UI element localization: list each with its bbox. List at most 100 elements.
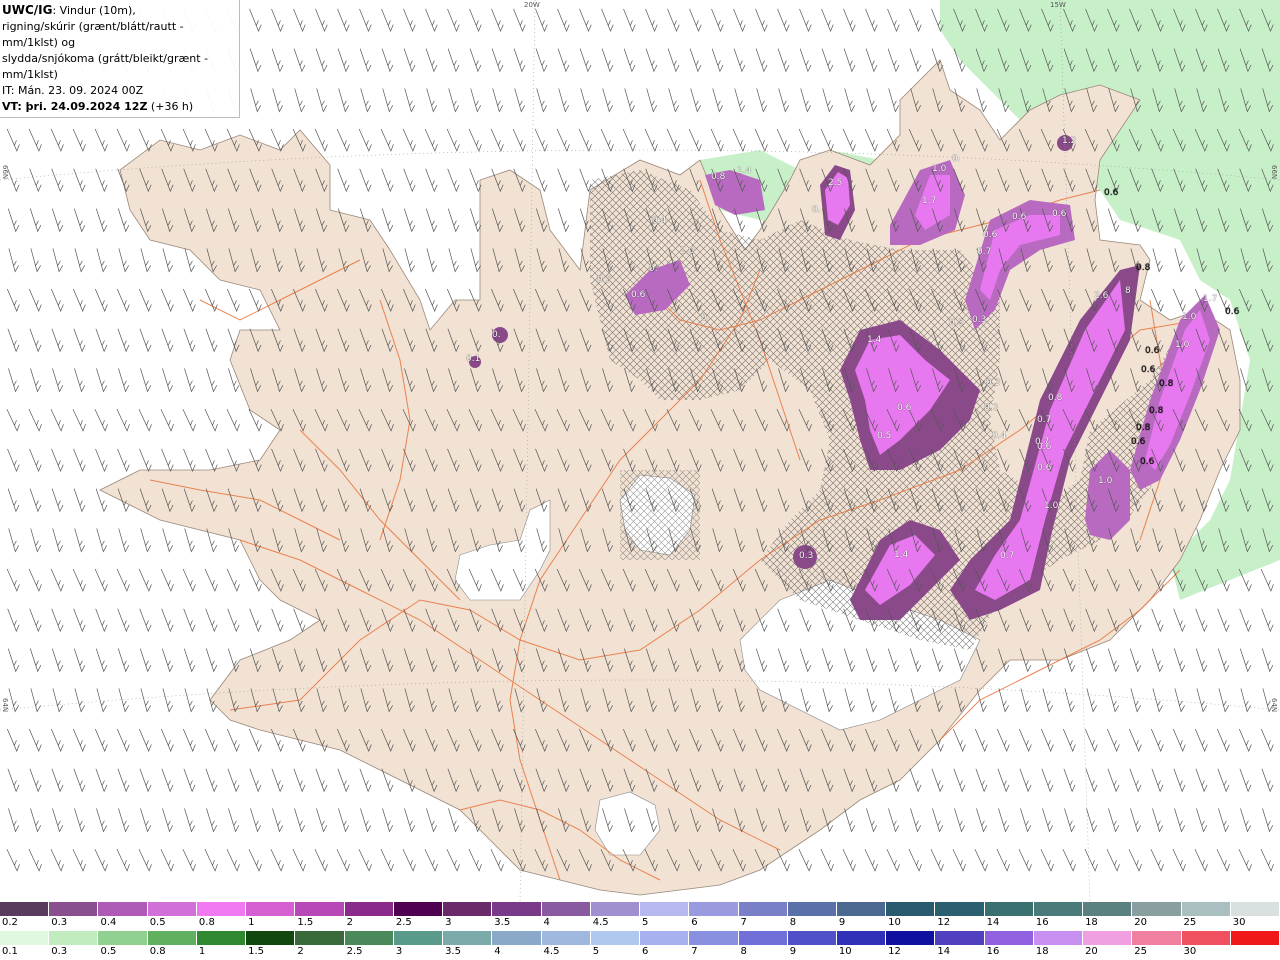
precip-value-label: 0.4 (992, 431, 1007, 441)
precip-value-label: 0.6 (1037, 442, 1052, 452)
scale-tick-label: 2.5 (346, 946, 363, 957)
scale-tick-label: 0.2 (2, 917, 18, 928)
precip-value-label: 0.4 (652, 216, 667, 226)
scale-swatch (295, 931, 345, 945)
scale-swatch (196, 931, 247, 945)
scale-swatch (590, 902, 641, 916)
rain-color-scale (0, 931, 1280, 945)
precip-value-label: 1.4 (867, 335, 882, 345)
precip-value-label: 0.8 (1149, 406, 1164, 416)
scale-tick-label: 3 (445, 917, 452, 928)
precip-value-label: 0.8 (1136, 423, 1151, 433)
scale-tick-label: 1 (198, 946, 206, 957)
scale-tick-label: 25 (1183, 917, 1197, 928)
scale-swatch (640, 931, 690, 945)
scale-tick-label: 0.8 (149, 946, 166, 957)
scale-tick-label: 1.5 (297, 917, 314, 928)
precip-value-label: 0.6 (983, 230, 998, 240)
scale-swatch (886, 931, 936, 945)
scale-tick-label: 20 (1085, 946, 1098, 957)
scale-swatch (640, 902, 690, 916)
scale-tick-label: 12 (888, 946, 901, 957)
precip-value-label: 0.8 (1159, 379, 1174, 389)
precip-value-label: 1.0 (1182, 312, 1197, 322)
init-time: IT: Mán. 23. 09. 2024 00Z (2, 84, 144, 97)
precip-value-label: 0.6 (1037, 463, 1052, 473)
scale-swatch (147, 931, 197, 945)
scale-swatch (344, 902, 394, 916)
scale-swatch (1181, 931, 1231, 945)
lon-label-15w: 15W (1050, 1, 1066, 9)
scale-swatch (443, 931, 493, 945)
scale-swatch (1230, 931, 1280, 945)
model-name: UWC/IG (2, 3, 53, 17)
scale-swatch (0, 902, 50, 916)
precip-value-label: 0.6 (631, 290, 646, 300)
scale-swatch (295, 902, 345, 916)
scale-swatch (492, 902, 542, 916)
precip-value-label: 0. (701, 313, 710, 323)
precip-value-label: 0.6 (1052, 209, 1067, 219)
scale-swatch (196, 902, 247, 916)
scale-swatch (886, 902, 936, 916)
scale-swatch (738, 902, 788, 916)
scale-swatch (0, 931, 50, 945)
legend-color-scales: 0.2 0.3 0.4 0.5 0.8 1 1.5 2 2.5 3 3.5 4 4.5 5 6 7 8 9 10 12… (0, 902, 1280, 960)
precip-value-label: 0.7 (1000, 551, 1015, 561)
scale-swatch (147, 902, 197, 916)
scale-tick-label: 2 (297, 946, 304, 957)
scale-tick-label: 4 (494, 946, 501, 957)
scale-swatch (1083, 902, 1133, 916)
precip-value-label: 0.6 (1104, 188, 1119, 198)
scale-swatch (49, 902, 99, 916)
scale-tick-label: 3.5 (494, 917, 511, 928)
forecast-map-view: 0.8 1.4 2.5 0. 1.0 1.7 0. 1.2 0.6 0.6 0.6 0.6 0.7 0.3… (0, 0, 1280, 960)
precip-value-label: 1.7 (922, 196, 937, 206)
scale-swatch (984, 902, 1034, 916)
scale-swatch (836, 931, 887, 945)
precip-value-label: 0.7 (1037, 415, 1052, 425)
scale-tick-label: 2 (346, 917, 353, 928)
scale-tick-label: 0.5 (149, 917, 166, 928)
scale-tick-label: 10 (888, 917, 901, 928)
scale-tick-label: 2.5 (395, 917, 412, 928)
scale-tick-label: 14 (986, 917, 1000, 928)
scale-swatch (443, 902, 493, 916)
scale-tick-label: 5 (592, 946, 600, 957)
snow-color-scale (0, 902, 1280, 916)
scale-tick-label: 7 (691, 946, 698, 957)
scale-swatch (935, 931, 985, 945)
scale-tick-label: 4.5 (592, 917, 609, 928)
scale-tick-label: 0.5 (100, 946, 117, 957)
precip-value-label: 1.0 (1175, 340, 1190, 350)
desc-line-3: slydda/snjókoma (grátt/bleikt/grænt - mm… (2, 52, 209, 81)
scale-tick-label: 0.4 (100, 917, 117, 928)
scale-tick-label: 30 (1232, 917, 1246, 928)
scale-tick-label: 6 (691, 917, 698, 928)
scale-tick-label: 4.5 (543, 946, 560, 957)
scale-swatch (344, 931, 394, 945)
scale-swatch (787, 931, 837, 945)
scale-swatch (393, 931, 444, 945)
precip-value-label: 1.0 (1044, 501, 1059, 511)
precip-value-label: 2.5 (828, 178, 843, 188)
precip-value-label: 2.6 (1094, 291, 1109, 301)
precip-value-label: 0.6 (897, 403, 912, 413)
scale-tick-label: 20 (1134, 917, 1148, 928)
valid-time-offset: (+36 h) (147, 100, 194, 113)
precip-value-label: 0.6 (1131, 437, 1146, 447)
scale-swatch (1033, 902, 1084, 916)
precip-value-label: 0.7 (977, 247, 992, 257)
scale-swatch (49, 931, 99, 945)
scale-swatch (738, 931, 788, 945)
precip-value-label: 1.0 (932, 164, 947, 174)
scale-tick-label: 6 (642, 946, 649, 957)
scale-tick-label: 10 (838, 946, 852, 957)
desc-line-2: rigning/skúrir (grænt/blátt/rautt - mm/1… (2, 20, 184, 49)
valid-time: VT: þri. 24.09.2024 12Z (2, 100, 148, 113)
precip-value-label: 0.6 (1140, 457, 1155, 467)
scale-tick-label: 30 (1183, 946, 1197, 957)
scale-swatch (98, 931, 148, 945)
precip-value-label: 0.3 (799, 551, 814, 561)
scale-tick-label: 0.3 (51, 946, 68, 957)
